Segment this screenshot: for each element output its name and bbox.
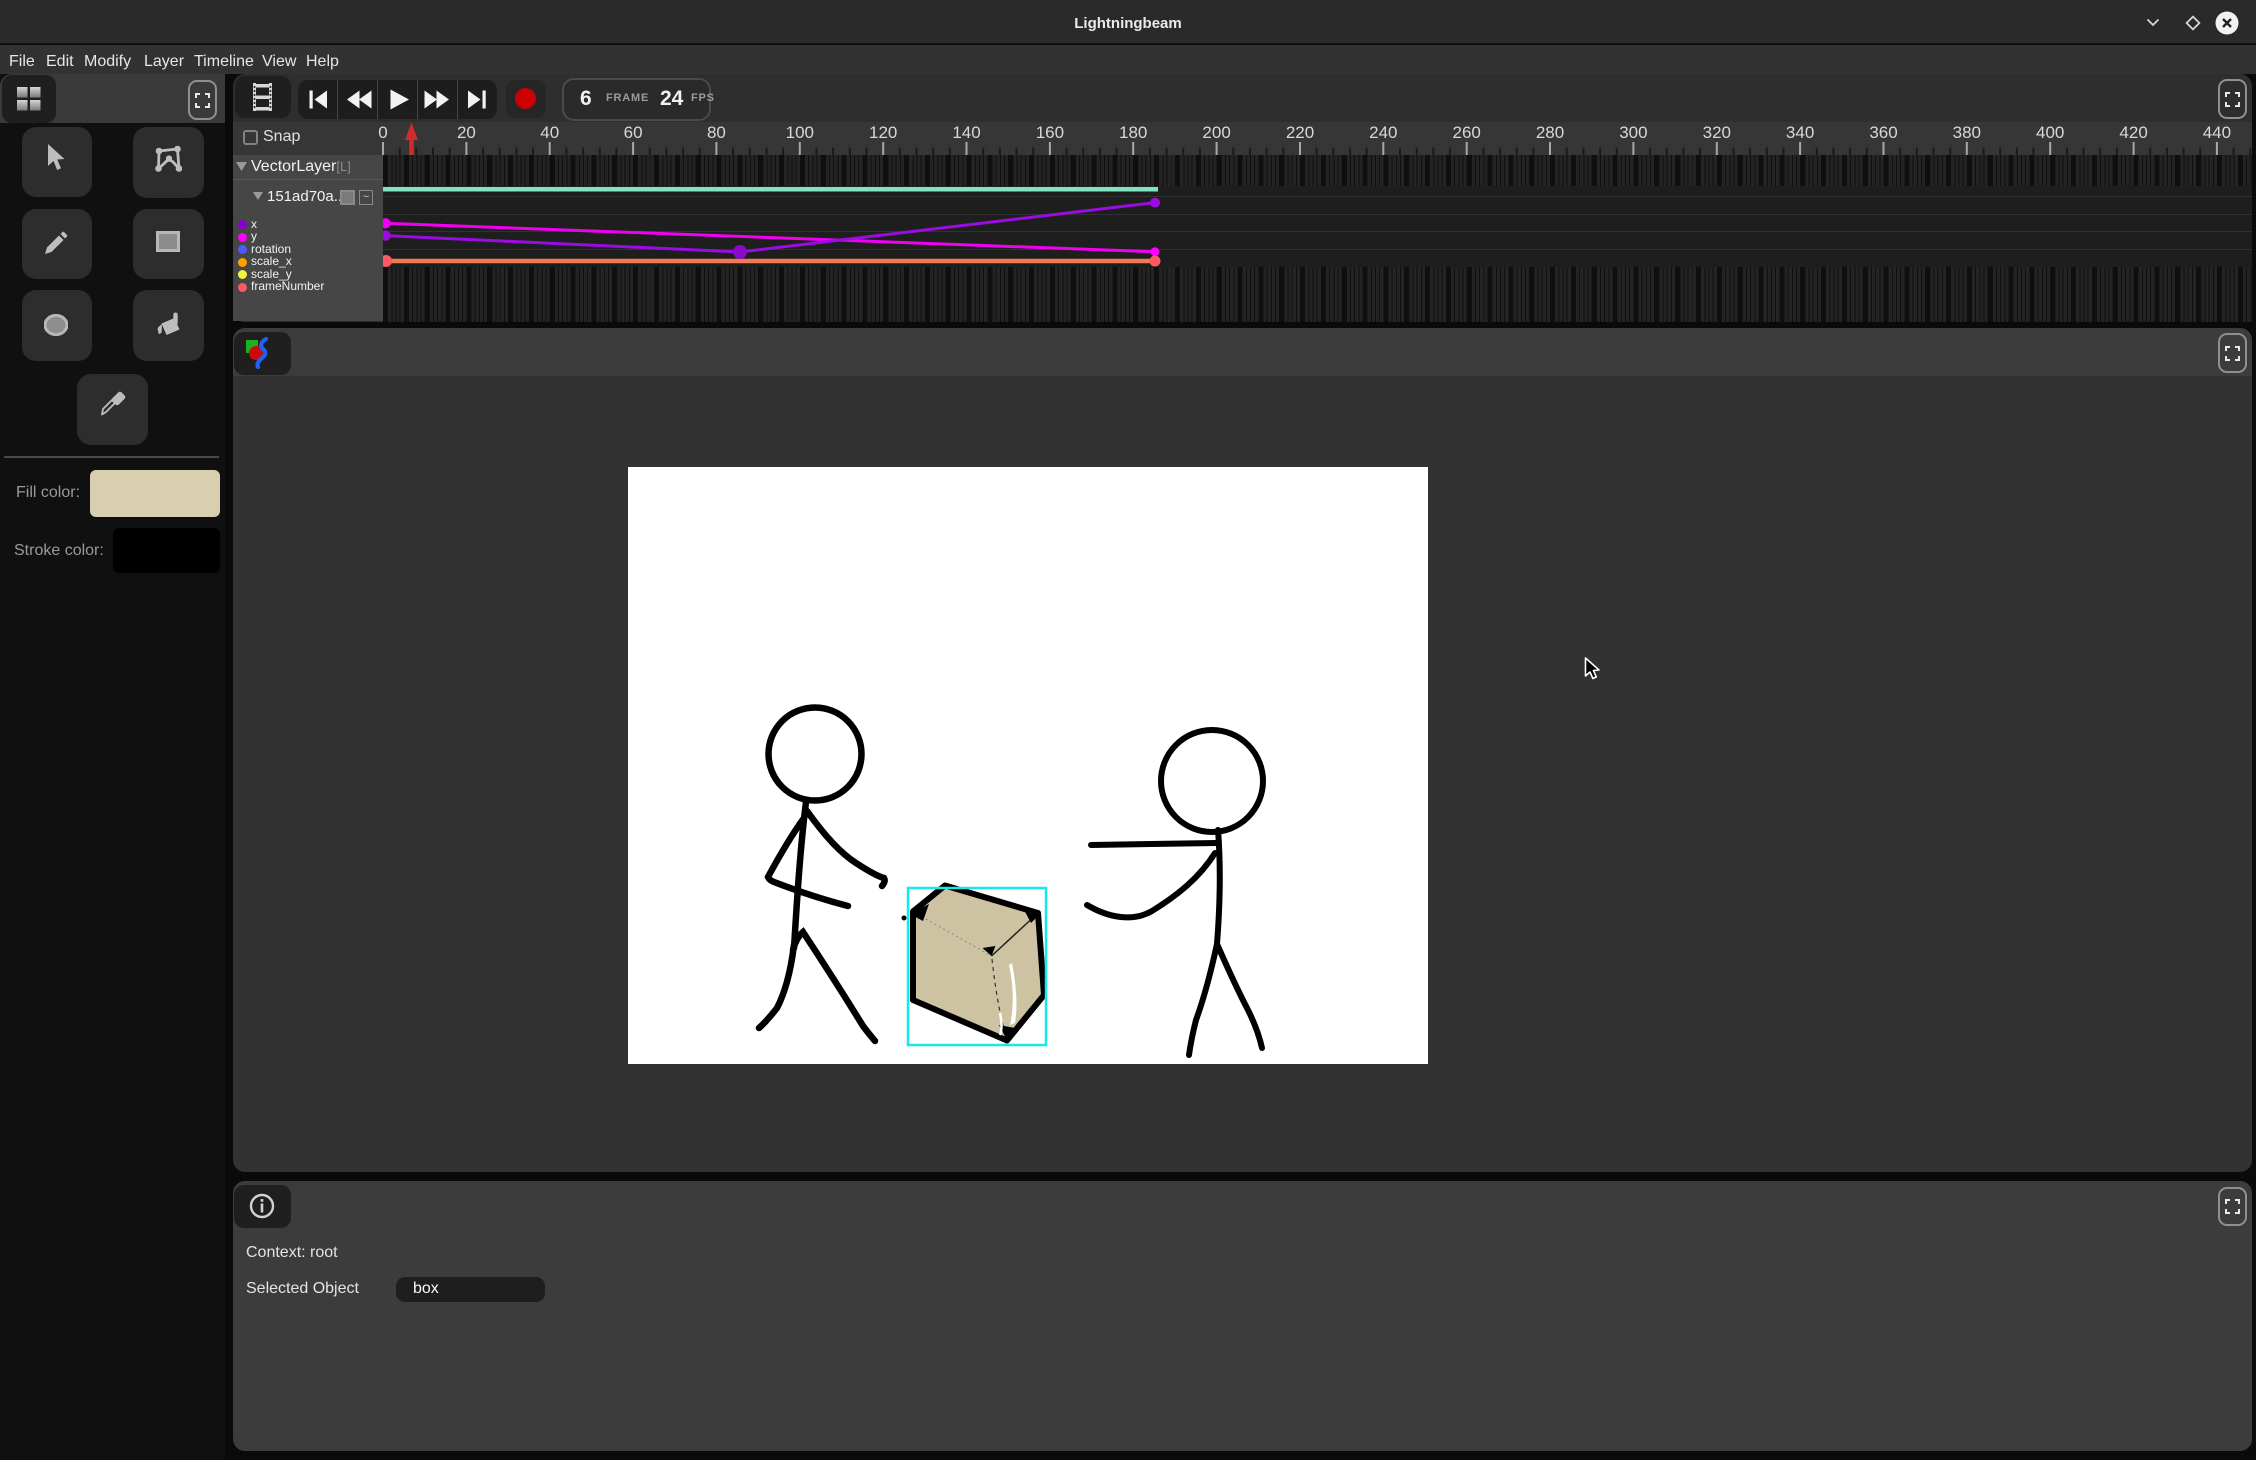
svg-text:280: 280 (1536, 123, 1564, 142)
svg-text:300: 300 (1619, 123, 1647, 142)
svg-text:60: 60 (624, 123, 643, 142)
svg-text:20: 20 (457, 123, 476, 142)
svg-text:200: 200 (1202, 123, 1230, 142)
svg-text:0: 0 (378, 123, 387, 142)
svg-text:220: 220 (1286, 123, 1314, 142)
svg-text:140: 140 (952, 123, 980, 142)
svg-text:120: 120 (869, 123, 897, 142)
svg-text:320: 320 (1703, 123, 1731, 142)
svg-text:80: 80 (707, 123, 726, 142)
svg-text:400: 400 (2036, 123, 2064, 142)
svg-text:260: 260 (1453, 123, 1481, 142)
svg-text:100: 100 (786, 123, 814, 142)
svg-text:180: 180 (1119, 123, 1147, 142)
svg-text:420: 420 (2119, 123, 2147, 142)
svg-text:240: 240 (1369, 123, 1397, 142)
svg-text:440: 440 (2203, 123, 2231, 142)
svg-text:160: 160 (1036, 123, 1064, 142)
svg-text:380: 380 (1953, 123, 1981, 142)
svg-text:40: 40 (540, 123, 559, 142)
svg-text:340: 340 (1786, 123, 1814, 142)
svg-text:360: 360 (1869, 123, 1897, 142)
